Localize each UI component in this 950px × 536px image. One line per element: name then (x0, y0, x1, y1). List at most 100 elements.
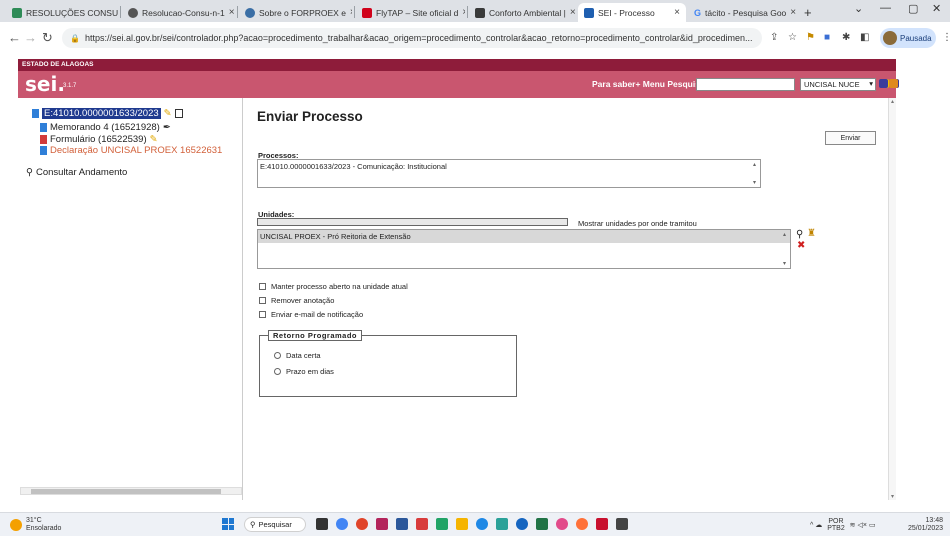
side-panel-icon[interactable]: ◧ (860, 32, 869, 43)
search-input[interactable] (696, 78, 795, 91)
browser-tab[interactable]: Sobre o FORPROEX e × (239, 3, 352, 22)
app-icon[interactable] (416, 518, 428, 530)
edge-icon[interactable] (476, 518, 488, 530)
email-notification-checkbox[interactable]: Enviar e-mail de notificação (259, 310, 363, 319)
system-tray[interactable]: ^ ☁ POR PTB2 ≋ ◁× ▭ (810, 518, 876, 532)
state-banner: ESTADO DE ALAGOAS (18, 59, 896, 71)
main-vertical-scrollbar[interactable]: ▴ ▾ (888, 98, 896, 500)
pdf-icon (40, 135, 47, 144)
mcafee-icon[interactable] (596, 518, 608, 530)
unidades-list[interactable]: UNCISAL PROEX - Pró Reitoria de Extensão… (257, 229, 791, 269)
close-tab-icon[interactable]: × (790, 7, 796, 18)
bookmark-star-icon[interactable]: ☆ (788, 32, 797, 43)
send-button[interactable]: Enviar (825, 131, 876, 145)
checkbox-label: Enviar e-mail de notificação (271, 310, 364, 319)
app-icon[interactable] (496, 518, 508, 530)
header-links[interactable]: Para saber+ Menu Pesquisa (592, 79, 705, 89)
app-icon[interactable] (516, 518, 528, 530)
new-tab-button[interactable]: + (798, 3, 818, 22)
browser-tab[interactable]: Resolucao-Consu-n-1 × (122, 3, 235, 22)
clock[interactable]: 13:48 25/01/2023 (908, 517, 943, 533)
profile-status: Pausada (900, 33, 932, 43)
share-icon[interactable]: ⇪ (770, 32, 778, 43)
taskbar-search[interactable]: ⚲ Pesquisar (244, 517, 306, 532)
user-icon[interactable] (879, 79, 888, 88)
unidade-item-selected[interactable]: UNCISAL PROEX - Pró Reitoria de Extensão (258, 230, 790, 243)
back-icon[interactable]: ← (8, 30, 21, 45)
pencil-icon[interactable]: ✎ (164, 108, 172, 119)
tab-favicon-icon (584, 7, 594, 18)
extension-icon[interactable]: ⚑ (806, 32, 815, 43)
maximize-icon[interactable]: ▢ (908, 2, 918, 15)
address-bar[interactable]: 🔒 https://sei.al.gov.br/sei/controlador.… (62, 28, 762, 48)
chevron-down-icon: ▾ (869, 79, 873, 88)
sei-logo[interactable]: sei. (25, 72, 65, 96)
chrome-icon[interactable] (336, 518, 348, 530)
profile-button[interactable]: Pausada (880, 28, 936, 48)
app-icon[interactable] (376, 518, 388, 530)
prazo-em-dias-radio[interactable]: Prazo em dias (274, 367, 334, 376)
minimize-icon[interactable]: — (880, 2, 891, 14)
folder-icon (32, 109, 39, 118)
close-window-icon[interactable]: ✕ (932, 2, 941, 15)
tree-doc-node[interactable]: Formulário (16522539) ✎ (40, 134, 158, 145)
settings-icon[interactable] (889, 79, 898, 88)
task-view-icon[interactable] (316, 518, 328, 530)
windows-start-icon[interactable] (222, 518, 234, 530)
reload-icon[interactable]: ↻ (42, 30, 53, 46)
word-icon[interactable] (396, 518, 408, 530)
retorno-programado-fieldset: Retorno Programado Data certa Prazo em d… (259, 330, 517, 397)
extension-icon[interactable]: ■ (824, 32, 830, 43)
data-certa-radio[interactable]: Data certa (274, 351, 321, 360)
file-explorer-icon[interactable] (456, 518, 468, 530)
unit-select-value: UNCISAL NUCE (804, 80, 860, 89)
note-icon[interactable] (174, 109, 183, 118)
close-tab-icon[interactable]: × (674, 7, 680, 18)
app-icon[interactable] (616, 518, 628, 530)
tab-search-icon[interactable]: ⌄ (854, 2, 863, 15)
tree-doc-node[interactable]: Memorando 4 (16521928) ✒ (40, 122, 171, 133)
forward-icon[interactable]: → (24, 30, 37, 45)
extensions-puzzle-icon[interactable]: ✱ (842, 32, 850, 43)
remove-unit-icon[interactable]: ✖ (797, 240, 805, 251)
app-icon[interactable] (356, 518, 368, 530)
unidades-input[interactable] (257, 218, 568, 226)
list-scrollbar[interactable]: ▴ ▾ (780, 231, 789, 267)
list-scrollbar[interactable]: ▴ ▾ (750, 161, 759, 186)
tree-process-node[interactable]: E:41010.0000001633/2023 ✎ (32, 108, 183, 119)
close-tab-icon[interactable]: × (570, 7, 576, 18)
process-tree-panel: E:41010.0000001633/2023 ✎ Memorando 4 (1… (18, 98, 243, 500)
pencil-icon[interactable]: ✎ (150, 134, 158, 145)
tree-doc-node[interactable]: Declaração UNCISAL PROEX 16522631 (40, 145, 222, 156)
process-number[interactable]: E:41010.0000001633/2023 (42, 108, 161, 119)
processos-list[interactable]: E:41010.0000001633/2023 - Comunicação: I… (257, 159, 761, 188)
firefox-icon[interactable] (576, 518, 588, 530)
unit-group-icon[interactable]: ♜ (807, 228, 816, 239)
pen-icon[interactable]: ✒ (163, 122, 171, 133)
browser-tab[interactable]: G tácito - Pesquisa Goo × (688, 3, 796, 22)
consultar-andamento-link[interactable]: ⚲ Consultar Andamento (26, 167, 127, 178)
tab-label: RESOLUÇÕES CONSU (26, 7, 118, 18)
app-icon[interactable] (556, 518, 568, 530)
excel-icon[interactable] (536, 518, 548, 530)
unit-select[interactable]: UNCISAL NUCE ▾ (800, 78, 876, 91)
browser-menu-icon[interactable]: ⋮ (942, 32, 950, 43)
keep-open-checkbox[interactable]: Manter processo aberto na unidade atual (259, 282, 408, 291)
browser-tab-active[interactable]: SEI - Processo × (578, 3, 686, 22)
browser-tab[interactable]: Conforto Ambiental | × (469, 3, 577, 22)
radio-label: Prazo em dias (286, 367, 334, 376)
sei-version: 3.1.7 (63, 83, 77, 89)
close-tab-icon[interactable]: × (462, 7, 465, 18)
app-icon[interactable] (436, 518, 448, 530)
close-tab-icon[interactable]: × (229, 7, 235, 18)
browser-tab[interactable]: FlyTAP – Site oficial d × (356, 3, 465, 22)
tray-chevron-icon[interactable]: ^ (810, 522, 813, 529)
close-tab-icon[interactable]: × (350, 7, 352, 18)
remove-annotation-checkbox[interactable]: Remover anotação (259, 296, 334, 305)
search-icon: ⚲ (250, 520, 256, 529)
mostrar-unidades-link[interactable]: Mostrar unidades por onde tramitou (578, 219, 697, 228)
horizontal-scrollbar[interactable] (20, 487, 242, 495)
browser-tab[interactable]: RESOLUÇÕES CONSU × (6, 3, 118, 22)
weather-widget[interactable]: 31°C Ensolarado (10, 517, 61, 533)
search-unit-icon[interactable]: ⚲ (796, 229, 803, 240)
